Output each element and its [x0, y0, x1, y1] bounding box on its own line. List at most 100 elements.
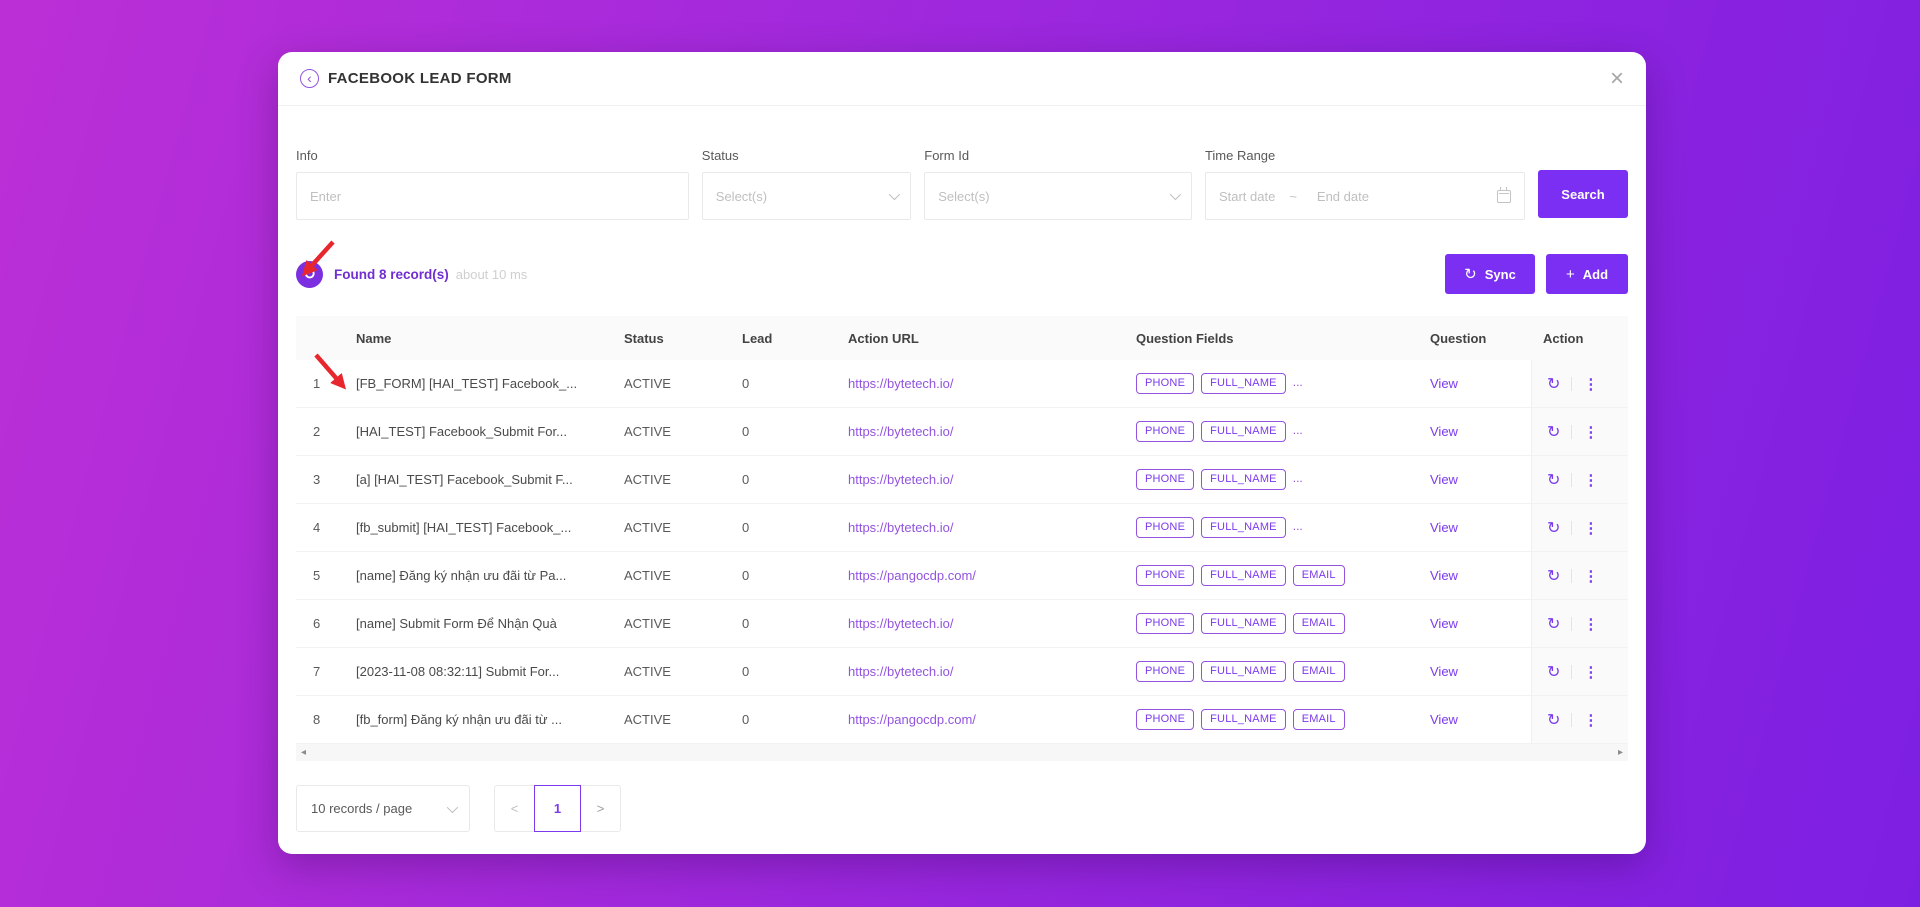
row-view-link[interactable]: View: [1430, 520, 1458, 535]
row-refresh-icon[interactable]: ↻: [1547, 710, 1560, 730]
row-refresh-icon[interactable]: ↻: [1547, 518, 1560, 538]
table-footer: 10 records / page < 1 >: [296, 785, 1628, 832]
sync-button-label: Sync: [1485, 267, 1516, 282]
row-view-link[interactable]: View: [1430, 712, 1458, 727]
row-index: 1: [296, 376, 344, 391]
info-input[interactable]: [296, 172, 689, 220]
header-lead: Lead: [730, 331, 836, 346]
row-action-url-link[interactable]: https://bytetech.io/: [848, 424, 954, 439]
current-page-button[interactable]: 1: [534, 785, 581, 832]
date-separator: ~: [1289, 189, 1297, 204]
question-field-tag: FULL_NAME: [1201, 661, 1286, 682]
row-view-link[interactable]: View: [1430, 664, 1458, 679]
row-more-menu-icon[interactable]: ⋮: [1583, 519, 1598, 537]
scroll-left-icon[interactable]: ◂: [301, 747, 306, 758]
row-action-url-link[interactable]: https://bytetech.io/: [848, 664, 954, 679]
question-field-tag: FULL_NAME: [1201, 421, 1286, 442]
row-question-fields: PHONEFULL_NAME...: [1124, 469, 1418, 490]
question-field-tag: FULL_NAME: [1201, 709, 1286, 730]
add-button[interactable]: + Add: [1546, 254, 1628, 294]
row-name: [a] [HAI_TEST] Facebook_Submit F...: [344, 472, 612, 487]
next-page-button[interactable]: >: [581, 785, 621, 832]
back-circle-icon[interactable]: ‹: [300, 69, 319, 88]
row-action-cell: ↻ ⋮: [1531, 552, 1628, 599]
row-index: 6: [296, 616, 344, 631]
close-icon[interactable]: ×: [1610, 67, 1624, 91]
row-view-link[interactable]: View: [1430, 568, 1458, 583]
question-field-tag: PHONE: [1136, 661, 1194, 682]
facebook-lead-form-modal: ‹ FACEBOOK LEAD FORM × Info Status Selec…: [278, 52, 1646, 854]
row-refresh-icon[interactable]: ↻: [1547, 470, 1560, 490]
search-button[interactable]: Search: [1538, 170, 1628, 218]
table-row: 3 [a] [HAI_TEST] Facebook_Submit F... AC…: [296, 456, 1628, 504]
prev-page-button[interactable]: <: [494, 785, 534, 832]
row-more-menu-icon[interactable]: ⋮: [1583, 711, 1598, 729]
action-divider: [1571, 425, 1572, 439]
row-action-url-link[interactable]: https://pangocdp.com/: [848, 712, 976, 727]
question-field-tag: PHONE: [1136, 421, 1194, 442]
question-field-tag: PHONE: [1136, 517, 1194, 538]
table-row: 4 [fb_submit] [HAI_TEST] Facebook_... AC…: [296, 504, 1628, 552]
row-refresh-icon[interactable]: ↻: [1547, 566, 1560, 586]
form-id-select-placeholder: Select(s): [938, 189, 989, 204]
row-more-menu-icon[interactable]: ⋮: [1583, 375, 1598, 393]
row-view-link[interactable]: View: [1430, 616, 1458, 631]
row-action-url-link[interactable]: https://pangocdp.com/: [848, 568, 976, 583]
row-refresh-icon[interactable]: ↻: [1547, 614, 1560, 634]
scroll-right-icon[interactable]: ▸: [1618, 747, 1623, 758]
row-action-url-link[interactable]: https://bytetech.io/: [848, 376, 954, 391]
question-field-tag: PHONE: [1136, 469, 1194, 490]
row-name: [fb_submit] [HAI_TEST] Facebook_...: [344, 520, 612, 535]
horizontal-scrollbar[interactable]: ◂ ▸: [296, 744, 1628, 761]
row-name: [HAI_TEST] Facebook_Submit For...: [344, 424, 612, 439]
row-more-menu-icon[interactable]: ⋮: [1583, 423, 1598, 441]
row-action-cell: ↻ ⋮: [1531, 648, 1628, 695]
sync-button[interactable]: ↻ Sync: [1445, 254, 1535, 294]
page-size-select[interactable]: 10 records / page: [296, 785, 470, 832]
action-divider: [1571, 521, 1572, 535]
query-duration-text: about 10 ms: [456, 267, 528, 282]
status-select[interactable]: Select(s): [702, 172, 911, 220]
row-more-menu-icon[interactable]: ⋮: [1583, 663, 1598, 681]
row-question-fields: PHONEFULL_NAME...: [1124, 421, 1418, 442]
row-more-menu-icon[interactable]: ⋮: [1583, 471, 1598, 489]
question-field-tag: PHONE: [1136, 709, 1194, 730]
time-range-label: Time Range: [1205, 148, 1525, 163]
row-action-url-link[interactable]: https://bytetech.io/: [848, 616, 954, 631]
question-field-tag: EMAIL: [1293, 613, 1345, 634]
question-fields-overflow: ...: [1293, 519, 1303, 533]
table-header-row: Name Status Lead Action URL Question Fie…: [296, 316, 1628, 360]
row-refresh-icon[interactable]: ↻: [1547, 662, 1560, 682]
row-question-fields: PHONEFULL_NAMEEMAIL: [1124, 565, 1418, 586]
row-more-menu-icon[interactable]: ⋮: [1583, 567, 1598, 585]
date-range-picker[interactable]: Start date ~ End date: [1205, 172, 1525, 220]
row-refresh-icon[interactable]: ↻: [1547, 422, 1560, 442]
row-view-link[interactable]: View: [1430, 424, 1458, 439]
form-id-label: Form Id: [924, 148, 1192, 163]
time-range-filter: Time Range Start date ~ End date: [1205, 148, 1525, 220]
form-id-select[interactable]: Select(s): [924, 172, 1192, 220]
row-question-fields: PHONEFULL_NAMEEMAIL: [1124, 613, 1418, 634]
row-status: ACTIVE: [612, 712, 730, 727]
form-id-filter: Form Id Select(s): [924, 148, 1192, 220]
row-refresh-icon[interactable]: ↻: [1547, 374, 1560, 394]
page-size-label: 10 records / page: [311, 801, 412, 816]
table-row: 2 [HAI_TEST] Facebook_Submit For... ACTI…: [296, 408, 1628, 456]
lead-forms-table: Name Status Lead Action URL Question Fie…: [296, 316, 1628, 761]
row-index: 5: [296, 568, 344, 583]
row-action-cell: ↻ ⋮: [1531, 696, 1628, 743]
action-divider: [1571, 377, 1572, 391]
refresh-circle-icon[interactable]: ↻: [296, 261, 323, 288]
question-field-tag: FULL_NAME: [1201, 469, 1286, 490]
row-name: [name] Đăng ký nhận ưu đãi từ Pa...: [344, 568, 612, 583]
row-action-url-link[interactable]: https://bytetech.io/: [848, 520, 954, 535]
info-filter: Info: [296, 148, 689, 220]
question-field-tag: EMAIL: [1293, 709, 1345, 730]
row-lead-count: 0: [730, 520, 836, 535]
row-view-link[interactable]: View: [1430, 376, 1458, 391]
row-action-url-link[interactable]: https://bytetech.io/: [848, 472, 954, 487]
row-view-link[interactable]: View: [1430, 472, 1458, 487]
calendar-icon: [1497, 190, 1511, 203]
row-index: 7: [296, 664, 344, 679]
row-more-menu-icon[interactable]: ⋮: [1583, 615, 1598, 633]
